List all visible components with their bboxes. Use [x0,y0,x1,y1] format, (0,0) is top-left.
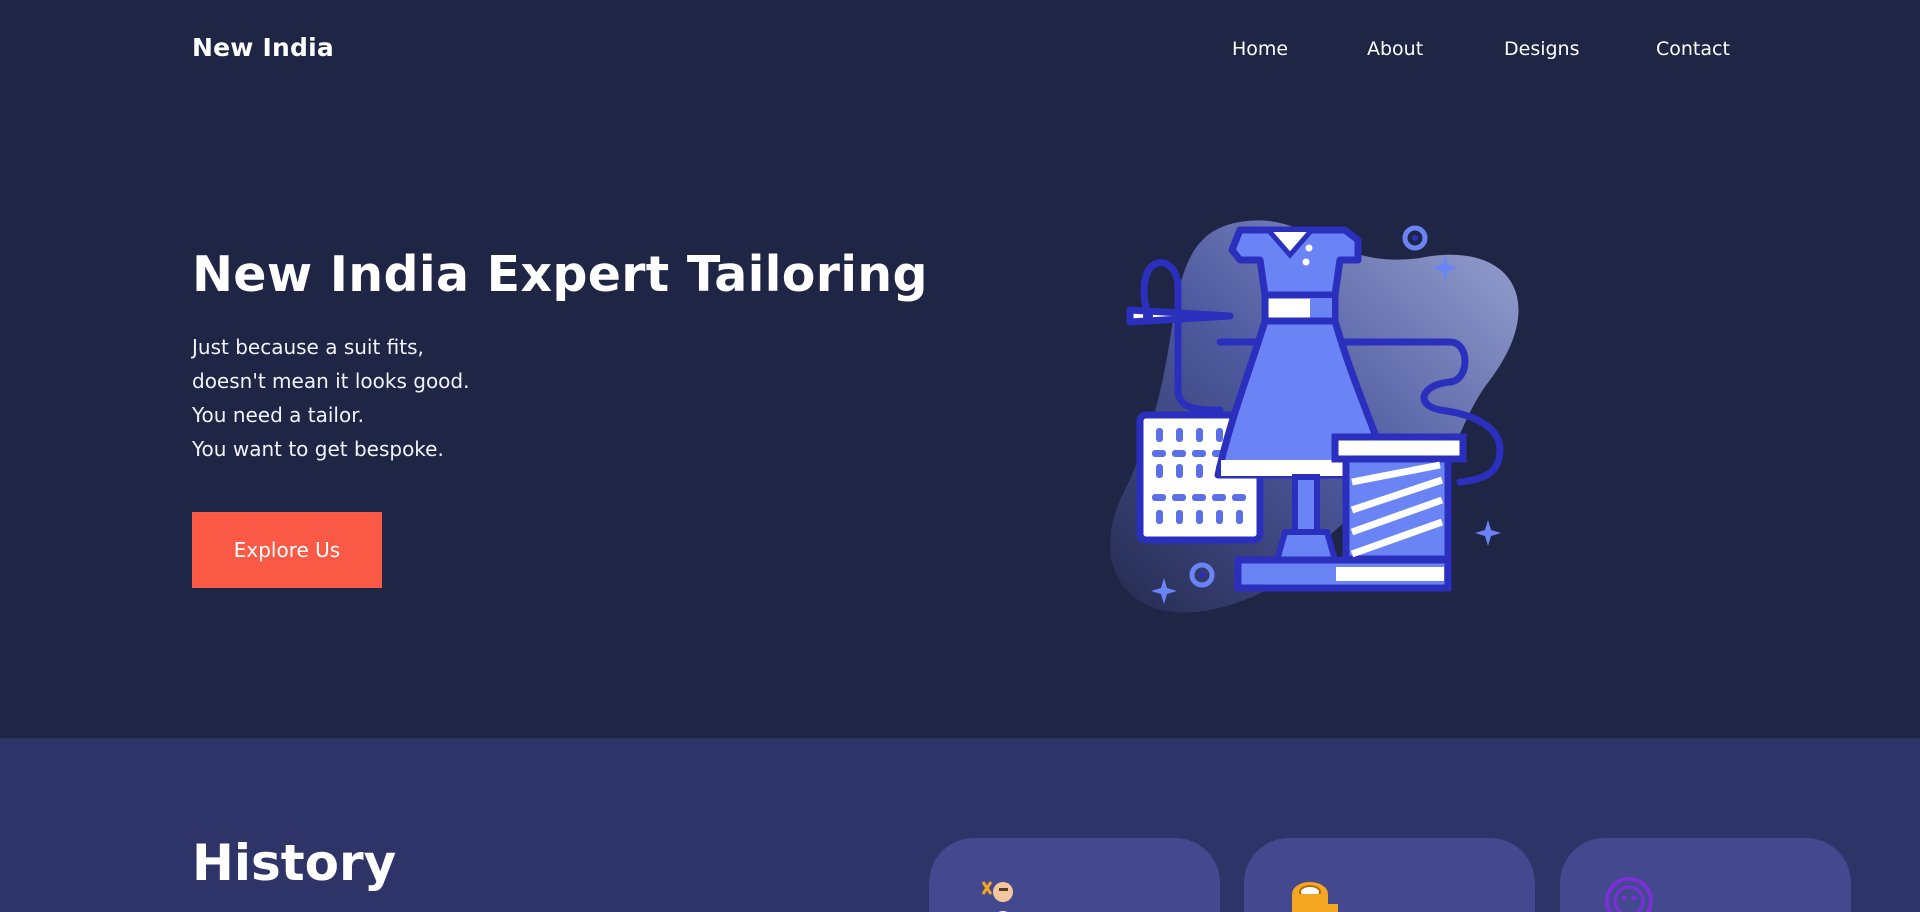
history-card[interactable] [929,838,1220,912]
history-section: History [0,738,1920,912]
brand-logo[interactable]: New India [192,33,334,62]
nav-designs[interactable]: Designs [1504,38,1580,60]
hero-tagline: Just because a suit fits, doesn't mean i… [192,330,469,466]
history-card[interactable] [1560,838,1851,912]
tailor-person-icon [981,881,1013,912]
history-card[interactable] [1244,838,1535,912]
dress-mannequin-thread-spool-icon [1110,220,1519,613]
site-header: New India Home About Designs Contact [0,0,1920,100]
nav-about[interactable]: About [1367,38,1423,60]
hero-line: doesn't mean it looks good. [192,369,470,393]
nav-home[interactable]: Home [1232,38,1288,60]
hero-line: You need a tailor. [192,403,364,427]
hero-title: New India Expert Tailoring [192,246,928,303]
hero-line: Just because a suit fits, [192,335,424,359]
measuring-tape-icon [1292,882,1338,912]
nav-contact[interactable]: Contact [1656,38,1730,60]
explore-us-button[interactable]: Explore Us [192,512,382,588]
history-title: History [192,834,397,892]
hero-line: You want to get bespoke. [192,437,444,461]
button-icon [1605,877,1653,912]
